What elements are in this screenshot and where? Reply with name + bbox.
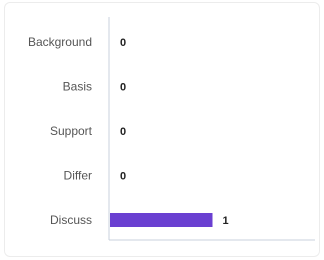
category-label: Differ [64,169,92,183]
value-label: 0 [120,171,126,183]
category-label: Basis [63,80,92,94]
category-label: Support [50,124,93,138]
category-label: Background [28,35,92,49]
category-label: Discuss [50,213,92,227]
value-label: 0 [120,126,126,138]
value-label: 0 [120,82,126,94]
value-label: 1 [223,215,229,227]
bar[interactable] [110,213,213,227]
value-label: 0 [120,37,126,49]
bar-chart: Background 0 Basis 0 Support 0 Differ 0 Discuss 1 [28,17,315,241]
